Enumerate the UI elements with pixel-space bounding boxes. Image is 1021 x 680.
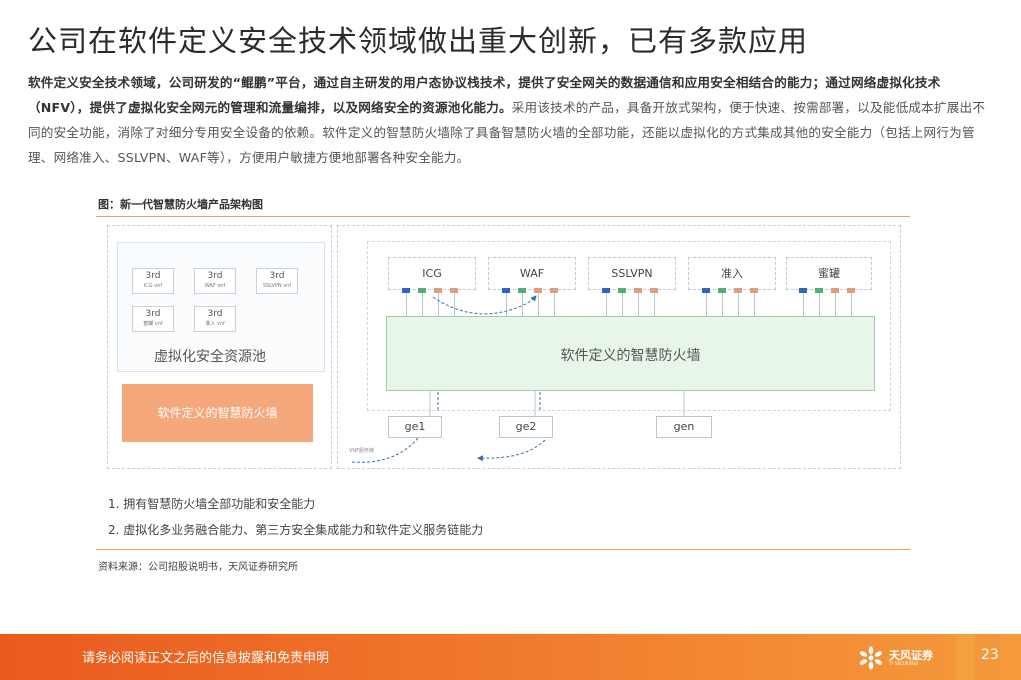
footer-bar: 请务必阅读正文之后的信息披露和免责申明 天风证券 TF SECURITIES 2…: [0, 634, 1021, 680]
footer-disclaimer: 请务必阅读正文之后的信息披露和免责申明: [82, 651, 330, 666]
port-gen: gen: [656, 416, 712, 438]
tf-logo-icon: [859, 646, 883, 670]
feature-item-2: 2. 虚拟化多业务融合能力、第三方安全集成能力和软件定义服务链能力: [108, 523, 484, 537]
page-number-block: [956, 634, 974, 680]
vnf-chain-note: VNF服务链: [349, 448, 375, 454]
footer-brand-sub: TF SECURITIES: [889, 661, 919, 666]
source-note: 资料来源：公司招股说明书，天风证券研究所: [98, 562, 298, 573]
port-ge2: ge2: [499, 416, 553, 438]
figure-bottom-rule: [96, 549, 910, 550]
diagram-connectors: [351, 295, 685, 463]
port-ge1: ge1: [388, 416, 442, 438]
feature-item-1: 1. 拥有智慧防火墙全部功能和安全能力: [108, 497, 316, 511]
page-number: 23: [981, 647, 999, 663]
